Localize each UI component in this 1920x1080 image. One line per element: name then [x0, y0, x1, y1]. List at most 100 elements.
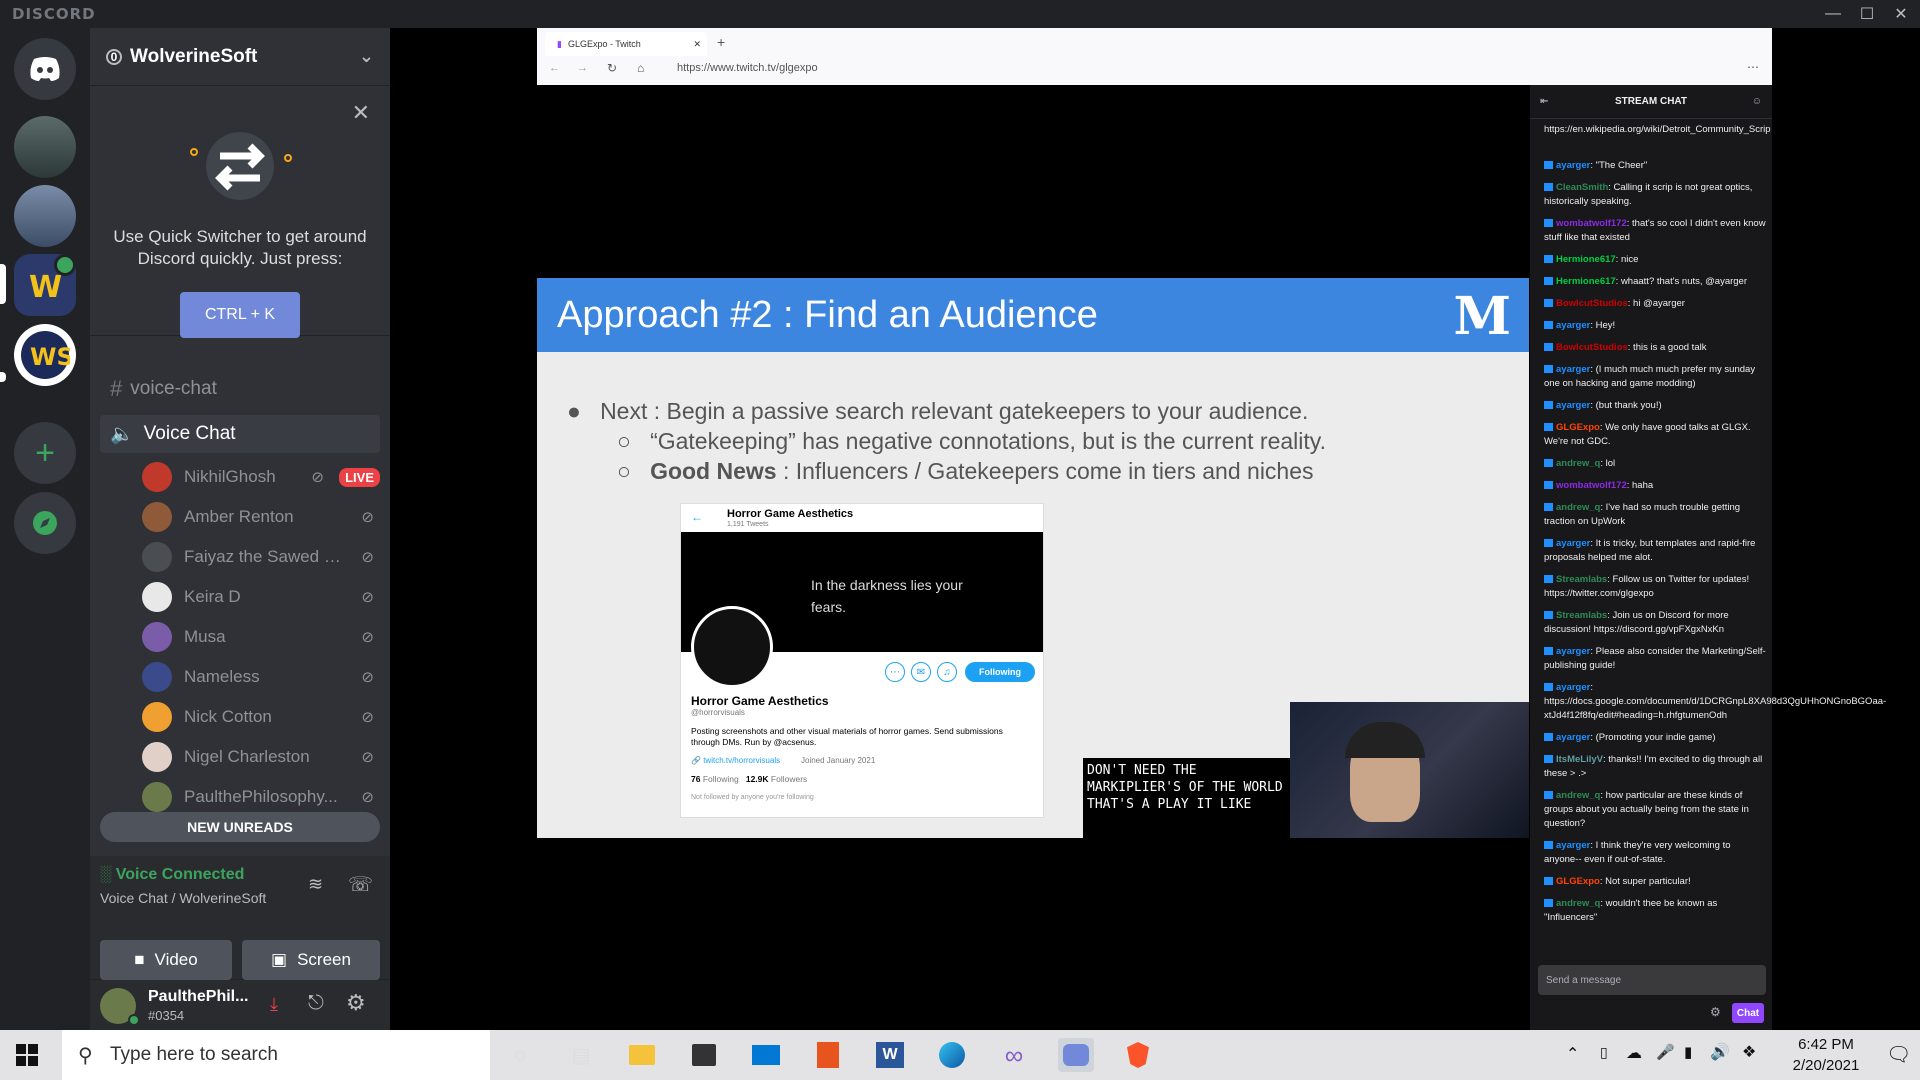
reload-icon[interactable]: ↻: [607, 61, 617, 75]
tab-close-icon[interactable]: ✕: [693, 39, 701, 50]
discord-taskbar-icon[interactable]: [1058, 1038, 1094, 1072]
notifications-icon[interactable]: 🗨: [1886, 1042, 1911, 1067]
voice-user[interactable]: Nigel Charleston ⊘: [142, 738, 382, 776]
chat-username[interactable]: ayarger: [1556, 320, 1590, 331]
browser-tab[interactable]: ▮ GLGExpo - Twitch ✕: [545, 32, 707, 56]
settings-gear-icon[interactable]: ⚙: [346, 990, 366, 1016]
add-server-icon[interactable]: +: [14, 422, 76, 484]
onedrive-icon[interactable]: ☁: [1626, 1043, 1642, 1063]
cortana-icon[interactable]: ○: [502, 1038, 538, 1072]
chat-username[interactable]: ayarger: [1556, 646, 1590, 657]
tray-chevron-icon[interactable]: ⌃: [1566, 1044, 1579, 1064]
chat-username[interactable]: Hermione617: [1556, 254, 1616, 265]
close-icon[interactable]: ✕: [352, 100, 370, 126]
guild-header[interactable]: 0 WolverineSoft ⌄: [90, 28, 390, 86]
new-tab-icon[interactable]: +: [717, 34, 725, 50]
chat-username[interactable]: wombatwolf172: [1556, 218, 1627, 229]
explore-servers-icon[interactable]: [14, 492, 76, 554]
screen-share-button[interactable]: ▣ Screen: [242, 940, 380, 980]
chat-username[interactable]: andrew_q: [1556, 502, 1600, 513]
address-bar[interactable]: https://www.twitch.tv/glgexpo: [677, 62, 818, 74]
forward-icon[interactable]: →: [577, 62, 588, 74]
headphones-icon[interactable]: ⎋: [308, 992, 324, 1015]
channel-voice-chat[interactable]: 🔈 Voice Chat: [100, 415, 380, 453]
chat-send-button[interactable]: Chat: [1732, 1003, 1764, 1023]
avatar: [142, 662, 172, 692]
voice-user[interactable]: NikhilGhosh ⊘ LIVE: [142, 458, 382, 496]
chat-username[interactable]: andrew_q: [1556, 790, 1600, 801]
chat-username[interactable]: BowlcutStudios: [1556, 342, 1628, 353]
microphone-icon[interactable]: 🎤: [1656, 1043, 1675, 1061]
voice-user[interactable]: PaulthePhilosophy... ⊘: [142, 778, 382, 816]
noise-suppression-icon[interactable]: ≋: [308, 874, 323, 895]
browser-menu-icon[interactable]: ⋯: [1747, 60, 1759, 74]
chat-username[interactable]: Streamlabs: [1556, 610, 1607, 621]
camera-icon: ■: [134, 950, 145, 969]
voice-user[interactable]: Amber Renton ⊘: [142, 498, 382, 536]
chat-username[interactable]: andrew_q: [1556, 898, 1600, 909]
home-icon[interactable]: ⌂: [637, 61, 644, 75]
chat-username[interactable]: ayarger: [1556, 160, 1590, 171]
mail-icon[interactable]: [748, 1038, 784, 1072]
chat-username[interactable]: ItsMeLilyV: [1556, 754, 1603, 765]
new-unreads-button[interactable]: NEW UNREADS: [100, 812, 380, 842]
edge-icon[interactable]: [934, 1038, 970, 1072]
wolverinesoft-server-icon[interactable]: WS: [14, 324, 76, 386]
office-icon[interactable]: [810, 1038, 846, 1072]
taskbar-search[interactable]: ⚲ Type here to search: [62, 1030, 490, 1080]
users-icon[interactable]: ☺: [1752, 96, 1762, 107]
battery-icon[interactable]: ▮: [1684, 1043, 1692, 1061]
chat-badge-icon: [1544, 611, 1553, 620]
chat-username[interactable]: wombatwolf172: [1556, 480, 1627, 491]
chat-username[interactable]: ayarger: [1556, 732, 1590, 743]
collapse-chat-icon[interactable]: ⇤: [1540, 96, 1548, 107]
taskbar-clock[interactable]: 6:42 PM 2/20/2021: [1776, 1034, 1876, 1076]
word-icon[interactable]: W: [872, 1038, 908, 1072]
chat-header: ⇤ STREAM CHAT ☺: [1530, 85, 1772, 119]
quick-switcher-button[interactable]: CTRL + K: [180, 292, 300, 338]
chat-text: : lol: [1600, 458, 1616, 469]
chat-username[interactable]: ayarger: [1556, 682, 1590, 693]
voice-user[interactable]: Nameless ⊘: [142, 658, 382, 696]
chat-input[interactable]: Send a message: [1538, 965, 1766, 995]
store-icon[interactable]: [686, 1038, 722, 1072]
online-status-icon: [128, 1014, 140, 1026]
chat-username[interactable]: GLGExpo: [1556, 876, 1600, 887]
back-icon[interactable]: ←: [549, 62, 560, 74]
task-view-icon[interactable]: ▤: [563, 1038, 599, 1072]
volume-icon[interactable]: 🔊: [1710, 1042, 1730, 1062]
file-explorer-icon[interactable]: [624, 1038, 660, 1072]
close-window-icon[interactable]: ✕: [1884, 0, 1918, 28]
chat-username[interactable]: andrew_q: [1556, 458, 1600, 469]
chat-username[interactable]: Streamlabs: [1556, 574, 1607, 585]
discord-home-icon[interactable]: [14, 38, 76, 100]
chat-username[interactable]: GLGExpo: [1556, 422, 1600, 433]
tray-device-icon[interactable]: ▯: [1600, 1044, 1608, 1061]
brave-icon[interactable]: [1120, 1038, 1156, 1072]
chat-username[interactable]: ayarger: [1556, 400, 1590, 411]
chat-username[interactable]: ayarger: [1556, 364, 1590, 375]
channel-voice-chat-text[interactable]: # voice-chat: [100, 370, 380, 408]
maximize-icon[interactable]: ☐: [1850, 0, 1884, 28]
voice-user[interactable]: Nick Cotton ⊘: [142, 698, 382, 736]
chevron-down-icon[interactable]: ⌄: [359, 46, 374, 67]
chat-username[interactable]: BowlcutStudios: [1556, 298, 1628, 309]
chat-settings-icon[interactable]: ⚙: [1710, 1005, 1721, 1019]
minimize-icon[interactable]: —: [1816, 0, 1850, 28]
video-button[interactable]: ■ Video: [100, 940, 232, 980]
chat-username[interactable]: CleanSmith: [1556, 182, 1608, 193]
dropbox-icon[interactable]: ❖: [1742, 1042, 1756, 1062]
mute-mic-icon[interactable]: ⤓: [270, 994, 278, 1015]
server-icon-2[interactable]: [14, 185, 76, 247]
voice-user[interactable]: Faiyaz the Sawed of... ⊘: [142, 538, 382, 576]
chat-username[interactable]: Hermione617: [1556, 276, 1616, 287]
server-icon-1[interactable]: [14, 116, 76, 178]
voice-user[interactable]: Musa ⊘: [142, 618, 382, 656]
chat-username[interactable]: ayarger: [1556, 840, 1590, 851]
chat-username[interactable]: ayarger: [1556, 538, 1590, 549]
windows-start-icon[interactable]: [16, 1044, 38, 1071]
voice-user-name: Musa: [184, 627, 226, 646]
visual-studio-icon[interactable]: ∞: [996, 1038, 1032, 1072]
voice-user[interactable]: Keira D ⊘: [142, 578, 382, 616]
disconnect-icon[interactable]: ☏: [348, 872, 373, 897]
